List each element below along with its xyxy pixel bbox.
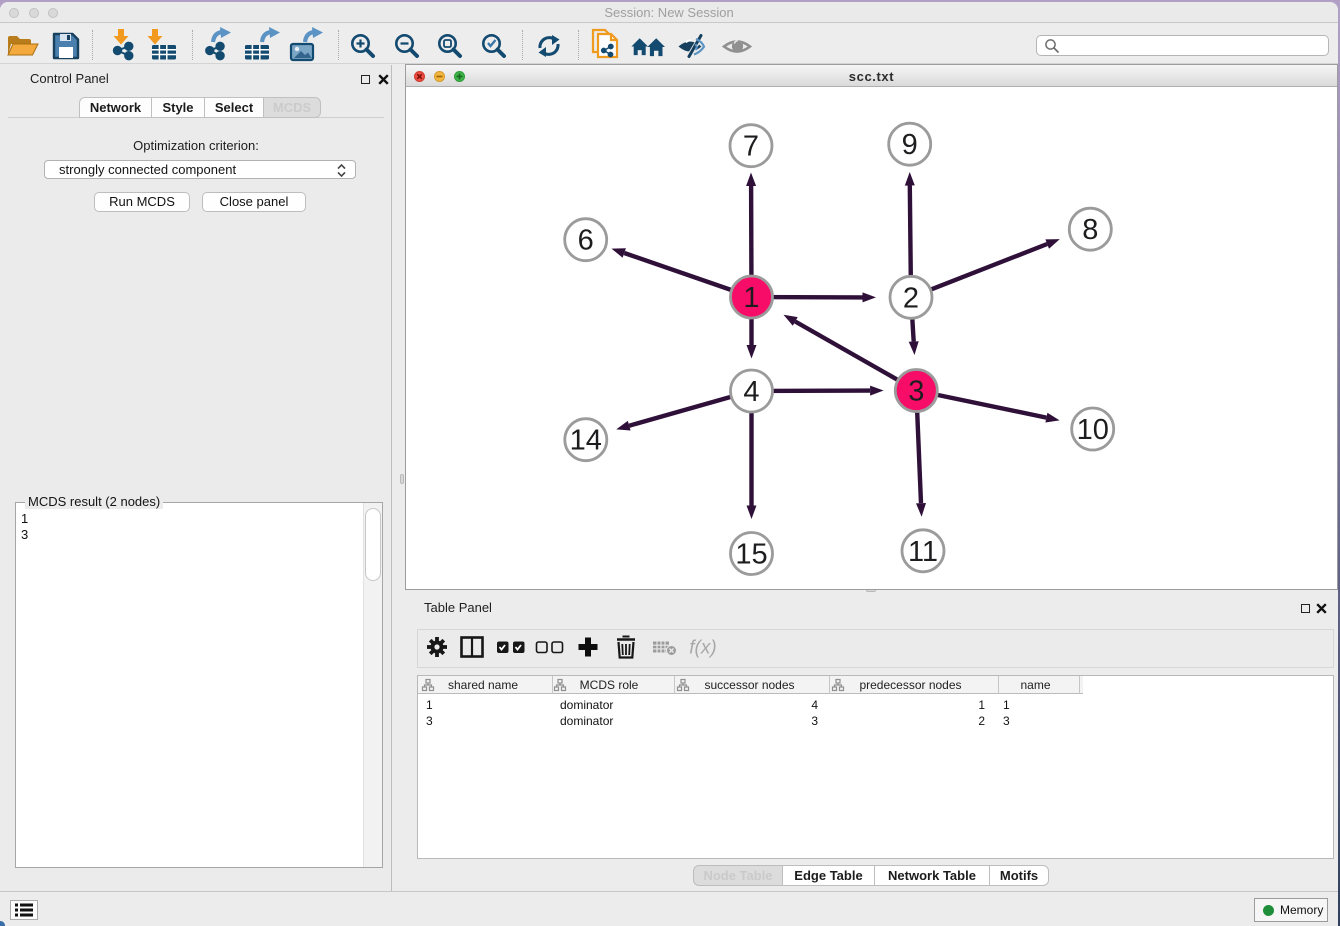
svg-text:8: 8 xyxy=(1082,214,1098,246)
svg-text:1: 1 xyxy=(743,282,759,314)
svg-text:2: 2 xyxy=(903,282,919,314)
svg-text:7: 7 xyxy=(743,131,759,163)
svg-text:9: 9 xyxy=(902,129,918,161)
svg-text:10: 10 xyxy=(1077,414,1109,446)
svg-text:f(x): f(x) xyxy=(689,638,716,659)
svg-text:6: 6 xyxy=(578,225,594,257)
svg-text:14: 14 xyxy=(570,425,602,457)
svg-text:3: 3 xyxy=(908,376,924,408)
svg-text:15: 15 xyxy=(735,539,767,571)
svg-text:4: 4 xyxy=(743,376,759,408)
svg-text:11: 11 xyxy=(908,536,938,568)
